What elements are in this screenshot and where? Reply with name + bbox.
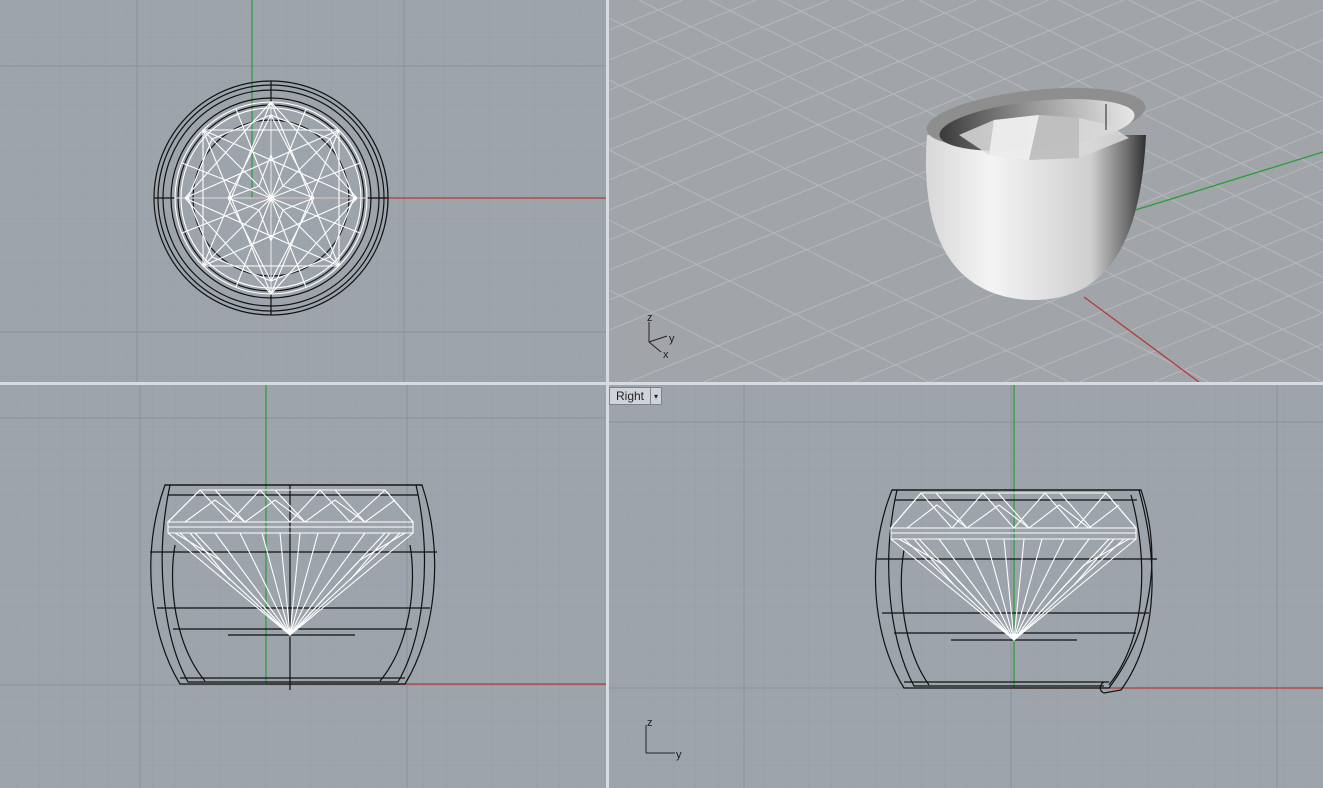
viewport-front[interactable] <box>0 385 606 788</box>
viewport-splitter-vertical[interactable] <box>606 0 609 788</box>
grid <box>609 385 1323 788</box>
axis-label-y: y <box>676 749 682 761</box>
axis-label-x: x <box>663 349 669 361</box>
ring-rendered <box>925 87 1146 301</box>
right-view-canvas: z y <box>609 385 1323 788</box>
axis-label-y: y <box>669 333 675 345</box>
front-view-canvas <box>0 385 606 788</box>
top-view-canvas <box>0 0 606 382</box>
axis-label-z: z <box>647 312 653 324</box>
viewport-title-label[interactable]: Right <box>610 388 650 404</box>
y-axis-line <box>1128 151 1323 213</box>
axis-label-z: z <box>647 717 653 729</box>
chevron-down-icon[interactable]: ▾ <box>650 388 661 404</box>
grid <box>0 0 606 382</box>
viewport-right[interactable]: z y Right ▾ <box>609 385 1323 788</box>
viewport-splitter-horizontal[interactable] <box>0 382 1323 385</box>
viewport-title-tab[interactable]: Right ▾ <box>609 387 663 405</box>
viewport-perspective[interactable]: z y x <box>609 0 1323 382</box>
gem-top-wireframe <box>174 101 368 295</box>
perspective-view-canvas: z y x <box>609 0 1323 382</box>
viewport-top[interactable] <box>0 0 606 382</box>
perspective-axis-icon: z y x <box>647 312 675 361</box>
